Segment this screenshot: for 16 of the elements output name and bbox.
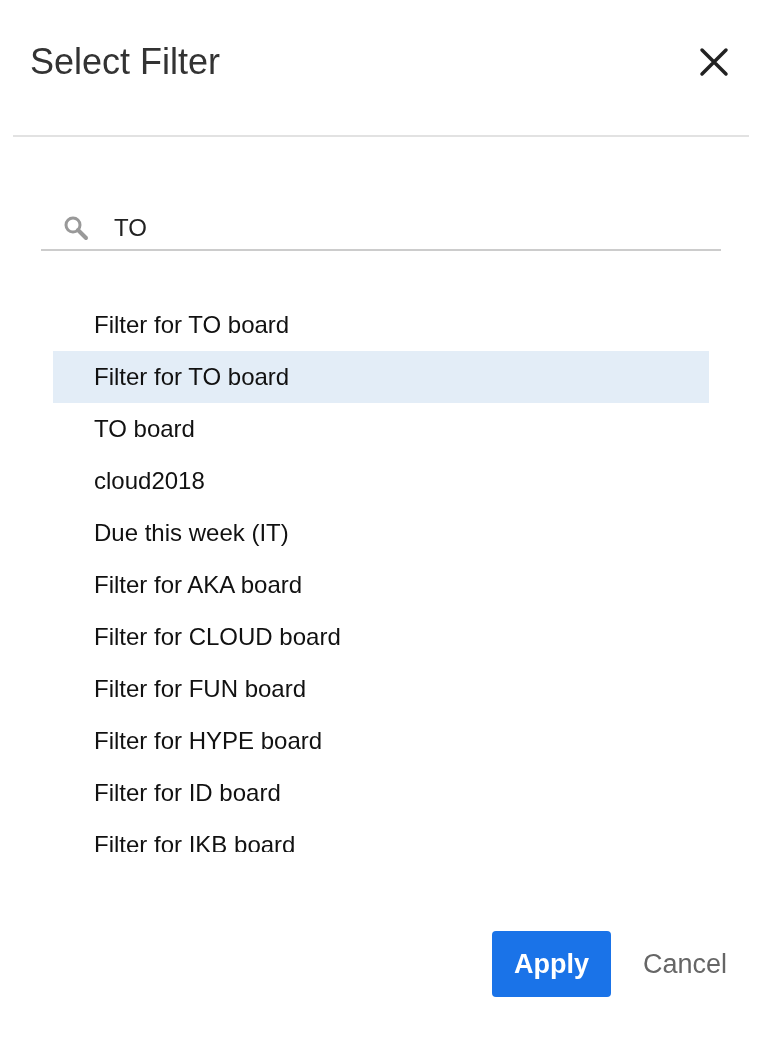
filter-item[interactable]: Filter for AKA board bbox=[53, 559, 709, 611]
filter-item[interactable]: Filter for FUN board bbox=[53, 663, 709, 715]
close-icon[interactable] bbox=[699, 47, 729, 77]
cancel-button[interactable]: Cancel bbox=[642, 948, 727, 980]
filter-item[interactable]: Filter for HYPE board bbox=[53, 715, 709, 767]
dialog-title: Select Filter bbox=[30, 40, 221, 84]
filter-item[interactable]: Filter for ID board bbox=[53, 767, 709, 819]
filter-item[interactable]: Filter for CLOUD board bbox=[53, 611, 709, 663]
filter-item[interactable]: TO board bbox=[53, 403, 709, 455]
apply-button[interactable]: Apply bbox=[491, 931, 611, 997]
filter-item[interactable]: cloud2018 bbox=[53, 455, 709, 507]
search-icon bbox=[63, 215, 89, 241]
search-field[interactable]: TO bbox=[41, 207, 721, 251]
filter-item[interactable]: Due this week (IT) bbox=[53, 507, 709, 559]
filter-item[interactable]: Filter for TO board bbox=[53, 351, 709, 403]
filter-item[interactable]: Filter for TO board bbox=[53, 299, 709, 351]
